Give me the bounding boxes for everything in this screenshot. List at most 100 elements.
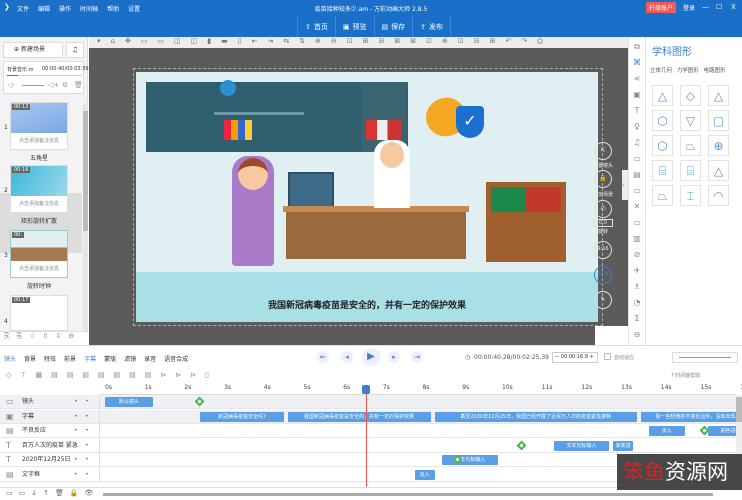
shape-item[interactable]: ◇ <box>680 85 701 106</box>
lock-scene-button[interactable]: 🔒 <box>594 170 612 188</box>
horizontal-scrollbar[interactable] <box>103 493 713 496</box>
track-label[interactable]: T 2020年12月25日 • • <box>0 453 100 467</box>
track-toggles[interactable]: • • <box>74 468 89 482</box>
shape-item[interactable]: ⊕ <box>708 135 729 156</box>
edit-camera-button[interactable]: ✎ <box>594 291 612 309</box>
scene-thumbnail-3[interactable]: 00: 点击添加备注信息 <box>10 230 68 278</box>
timeline-clip[interactable]: 默认镜头 <box>105 397 153 407</box>
track-label[interactable]: ▤ 文字框 • • <box>0 467 100 482</box>
shape-item[interactable]: ⌸ <box>652 160 673 181</box>
timeline-clip[interactable]: 淡入 <box>414 469 435 480</box>
canvas-toolbar[interactable]: ▾⌂✥▭▭◫◫▮▬▯⇤⇥⇆⇅⊕⊖⊡⊞⊟⊠⊠⊡⊕⊡⊟⊞↶↷⎙ <box>89 37 628 48</box>
home-button[interactable]: ⇧ 首页 <box>297 16 335 37</box>
timeline-clip[interactable]: 文本光标输入 <box>442 455 499 465</box>
save-button[interactable]: ▤ 保存 <box>373 16 413 37</box>
rotate-value[interactable]: 0.0 <box>593 219 613 227</box>
minimap[interactable] <box>595 326 628 345</box>
tab-solid-geometry[interactable]: 立体几何 <box>650 68 672 74</box>
timeline-clip[interactable]: 我国新冠病毒疫苗是安全的，并有一定的保护效果 <box>287 411 431 422</box>
reset-camera-button[interactable]: ⇱ <box>594 142 612 160</box>
zoom-stepper[interactable]: − 00:00:16.8 + <box>552 352 598 363</box>
scene-actions-bar[interactable]: ⎘⎘☆⇧⇩⊖ <box>0 331 88 345</box>
publish-button[interactable]: ⇪ 发布 <box>412 16 450 37</box>
track-label[interactable]: ▣ 字幕 • • <box>0 409 100 424</box>
track-toggles[interactable]: • • <box>74 410 89 424</box>
timeline-clip[interactable]: 截至2020年12月25日，我国已经开展了近百万人次的疫苗紧急接种 <box>434 411 637 422</box>
shape-item[interactable]: △ <box>652 85 673 106</box>
ratio-169-button[interactable]: 16:9 <box>594 266 612 284</box>
timeline-clip[interactable]: 渐变进 <box>613 440 633 451</box>
scene-thumbnail-1[interactable]: 00:13 点击添加备注信息 <box>10 102 68 150</box>
shape-item[interactable]: ◠ <box>708 185 729 206</box>
track-toggles[interactable]: • • <box>74 395 89 409</box>
music-progress[interactable] <box>7 75 82 76</box>
step-forward-button[interactable]: ▸ <box>388 351 400 363</box>
shape-item[interactable]: ▢ <box>708 110 729 131</box>
close-button[interactable]: X <box>731 3 736 11</box>
prev-scene-button[interactable]: ⇤ <box>317 351 329 363</box>
scene-thumbnail-2[interactable]: 00:16 点击添加备注信息 <box>10 165 68 213</box>
timeline-tool-1[interactable]: 背景 <box>24 354 36 363</box>
play-button[interactable]: ▶ <box>362 348 380 366</box>
timeline-tool-5[interactable]: 蒙版 <box>104 354 116 363</box>
shape-item[interactable]: ⏢ <box>652 185 673 206</box>
scene-music-button[interactable]: ♫ <box>66 42 84 58</box>
timeline-ruler[interactable]: 0s1s2s3s4s5s6s7s8s9s10s11s12s13s14s15s16… <box>100 383 742 395</box>
volume-down-icon[interactable]: ◁- <box>7 81 15 89</box>
upgrade-button[interactable]: 升级账户 <box>646 2 677 13</box>
new-scene-button[interactable]: ⊕ 新建场景 <box>3 42 63 58</box>
timeline-zoom-slider[interactable] <box>672 352 738 363</box>
scene-thumbnail-4[interactable]: 00:17 <box>10 295 68 331</box>
shape-item[interactable]: ⌸ <box>680 160 701 181</box>
shape-item[interactable]: ⌶ <box>680 185 701 206</box>
next-scene-button[interactable]: ⇥ <box>411 351 423 363</box>
shape-item[interactable]: ▽ <box>680 110 701 131</box>
track-toggles[interactable]: • • <box>74 453 89 467</box>
timeline-help-link[interactable]: ? 时间轴帮助 <box>671 372 700 379</box>
timeline-tool-8[interactable]: 语音合成 <box>164 354 188 363</box>
timeline-tool-7[interactable]: 录音 <box>144 354 156 363</box>
timeline-tool-6[interactable]: 滤镜 <box>124 354 136 363</box>
shape-item[interactable]: △ <box>708 85 729 106</box>
shape-item[interactable]: ⬡ <box>652 135 673 156</box>
playhead-handle[interactable] <box>362 385 370 394</box>
tab-circuit[interactable]: 电路图形 <box>704 68 726 74</box>
timeline-clip[interactable]: 除一些轻微的不良反应外，没有出现严重 <box>640 411 742 422</box>
timeline-tool-4[interactable]: 字幕 <box>84 354 96 363</box>
shape-item[interactable]: ⬡ <box>652 110 673 131</box>
track-label[interactable]: ▭ 镜头 • • <box>0 395 100 409</box>
auto-fit-checkbox[interactable] <box>604 353 611 360</box>
tab-mechanics[interactable]: 力学图形 <box>677 68 699 74</box>
maximize-button[interactable]: ☐ <box>716 3 722 11</box>
shape-item[interactable]: △ <box>708 160 729 181</box>
subtitle-caption[interactable]: 我国新冠病毒疫苗是安全的，并有一定的保护效果 <box>136 298 598 311</box>
rotate-dial[interactable]: ◴ <box>594 200 612 218</box>
scene-scrollbar[interactable] <box>83 103 88 333</box>
track-toggles[interactable]: • • <box>74 424 89 438</box>
playhead[interactable] <box>366 385 367 500</box>
track-label[interactable]: T 百万人次的疫苗 紧急 • • <box>0 438 100 453</box>
ratio-916-button[interactable]: 9:16 <box>594 241 612 259</box>
login-button[interactable]: 登录 <box>683 3 695 12</box>
layer-actions[interactable]: ▭▭↓↑🗑🔒👁 <box>6 489 99 497</box>
timeline-clip[interactable]: 淡入 <box>648 426 685 436</box>
track-row[interactable]: ▤ 不良反应 • • <box>0 424 736 438</box>
stage-scene[interactable]: ✓ 我国新冠病毒疫苗是安全的，并有一定的保护效果 <box>136 72 598 322</box>
track-toggles[interactable]: • • <box>74 439 89 453</box>
minimize-button[interactable]: — <box>702 3 709 11</box>
step-back-button[interactable]: ◂ <box>341 351 353 363</box>
trash-icon[interactable]: 🗑 <box>74 81 83 89</box>
preview-button[interactable]: ▣ 预览 <box>334 16 374 37</box>
timeline-clip[interactable]: 新冠病毒疫苗安全吗? <box>200 411 284 422</box>
resource-sidebar[interactable]: ⧉ ⌘ ⋖ ▣ T ♀ ♫ ▭ ▤ ▭ ✕ ▭ ▥ ⊘ ✈ ♗ ◔ Σ ⊖ <box>628 37 646 345</box>
shape-item[interactable]: ⏢ <box>680 135 701 156</box>
track-label[interactable]: ▤ 不良反应 • • <box>0 424 100 438</box>
timeline-tool-2[interactable]: 特效 <box>44 354 56 363</box>
volume-up-icon[interactable]: ◁+ <box>48 81 59 89</box>
timeline-clip[interactable]: 文本光标输入 <box>553 440 610 451</box>
gear-icon[interactable]: ⚙ <box>62 81 68 89</box>
timeline-tool-0[interactable]: 镜头 <box>4 354 16 363</box>
timeline-tool-3[interactable]: 前景 <box>64 354 76 363</box>
volume-slider[interactable] <box>22 85 44 86</box>
timeline-edit-tools[interactable]: ◇⊤▦▤▤▤▤▤▤▤⊳⊳⊳▯ ? 时间轴帮助 <box>0 370 742 383</box>
